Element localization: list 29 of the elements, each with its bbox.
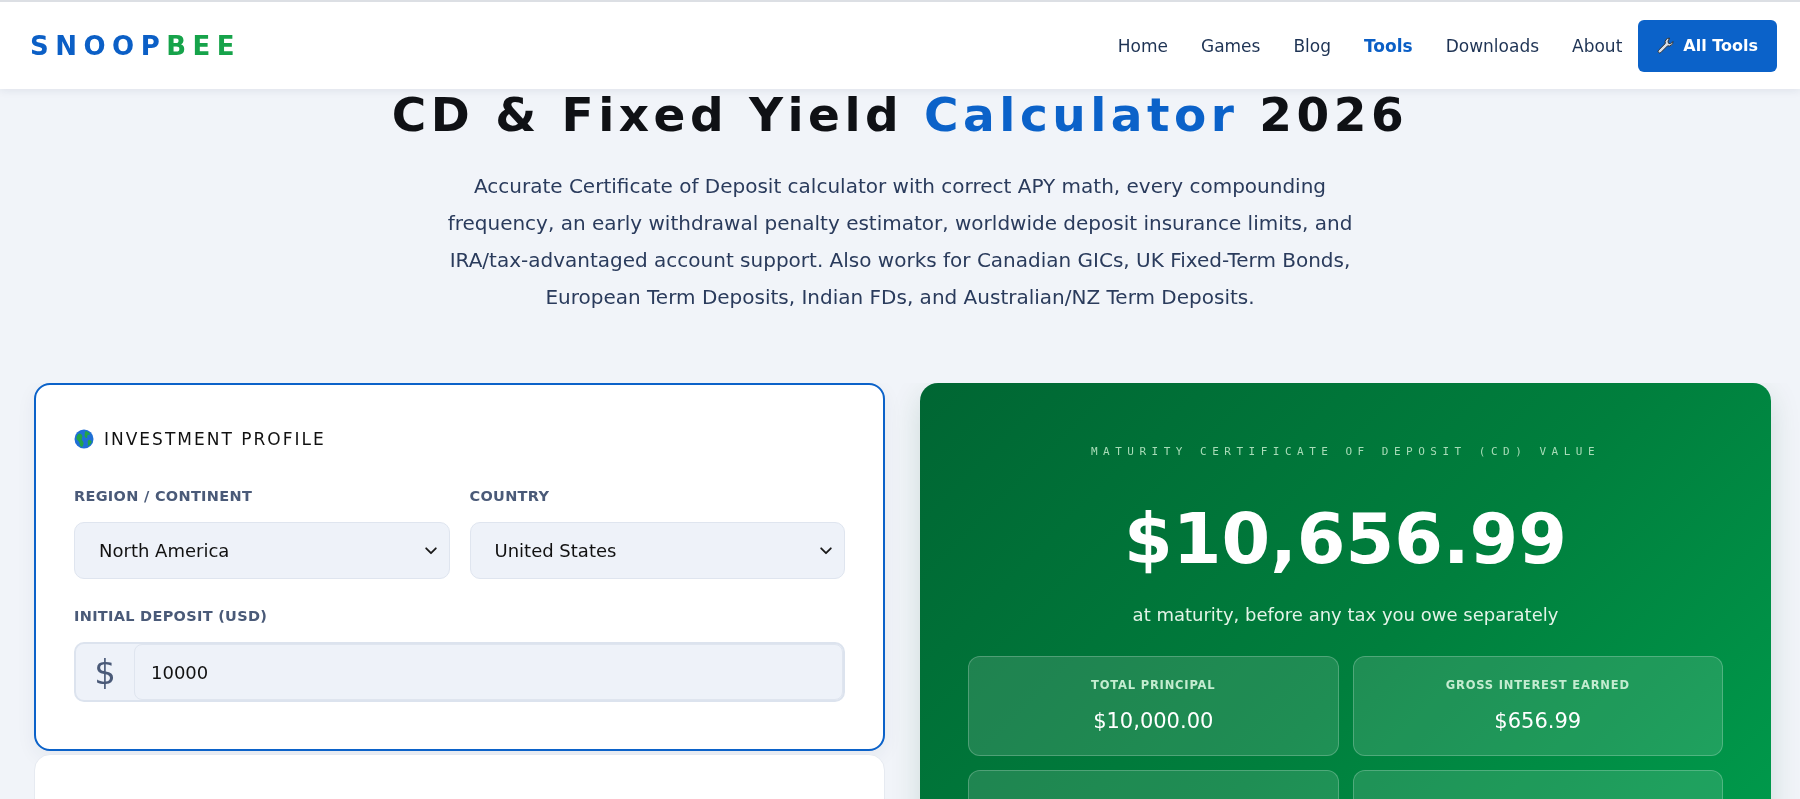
nav-link[interactable]: Blog (1293, 34, 1331, 57)
dropdown-select[interactable]: United States (469, 522, 845, 579)
stat-label: TOTAL PRINCIPAL (1090, 677, 1217, 693)
stat-value: $10,000.00 (1092, 708, 1215, 735)
all-tools-button[interactable]: All Tools (1638, 19, 1777, 72)
page-description: Accurate Certificate of Deposit calculator with correct APY math, every compounding frequency, an early withdrawal penalty estimator, worldwide deposit insurance limits, and IRA/tax-advantaged account support. Also works for Canadian GICs, UK Fixed-Term Bonds, European Term Deposits, Indian FDs, and Australian/NZ Term Deposits. (446, 173, 1354, 311)
field-label: COUNTRY (469, 487, 551, 506)
wrench-icon (1657, 36, 1676, 55)
maturity-value: $10,656.99 (1123, 499, 1568, 579)
chevron-down-icon (820, 546, 832, 555)
page-title: CD & Fixed Yield Calculator 2026 (390, 90, 1410, 140)
field-label: INITIAL DEPOSIT (USD) (74, 607, 269, 626)
nav-link[interactable]: Tools (1364, 34, 1413, 57)
dropdown-select[interactable]: North America (74, 522, 450, 579)
result-caption: MATURITY CERTIFICATE OF DEPOSIT (CD) VALUE (1089, 444, 1602, 460)
field-label: REGION / CONTINENT (74, 487, 254, 506)
deposit-input[interactable]: 10000 (134, 644, 843, 700)
section-title: INVESTMENT PROFILE (104, 428, 326, 450)
nav-link[interactable]: About (1572, 34, 1623, 57)
nav-link[interactable]: Home (1117, 34, 1168, 57)
nav-link[interactable]: Games (1200, 34, 1261, 57)
stat-value: $656.99 (1493, 708, 1583, 735)
nav-link[interactable]: Downloads (1445, 34, 1540, 57)
currency-symbol: $ (93, 651, 117, 694)
stat-label: GROSS INTEREST EARNED (1444, 677, 1631, 693)
result-note: at maturity, before any tax you owe separately (1131, 603, 1560, 627)
site-logo[interactable]: SNOOP BEE (30, 30, 242, 61)
chevron-down-icon (424, 546, 437, 555)
globe-icon (74, 429, 94, 449)
